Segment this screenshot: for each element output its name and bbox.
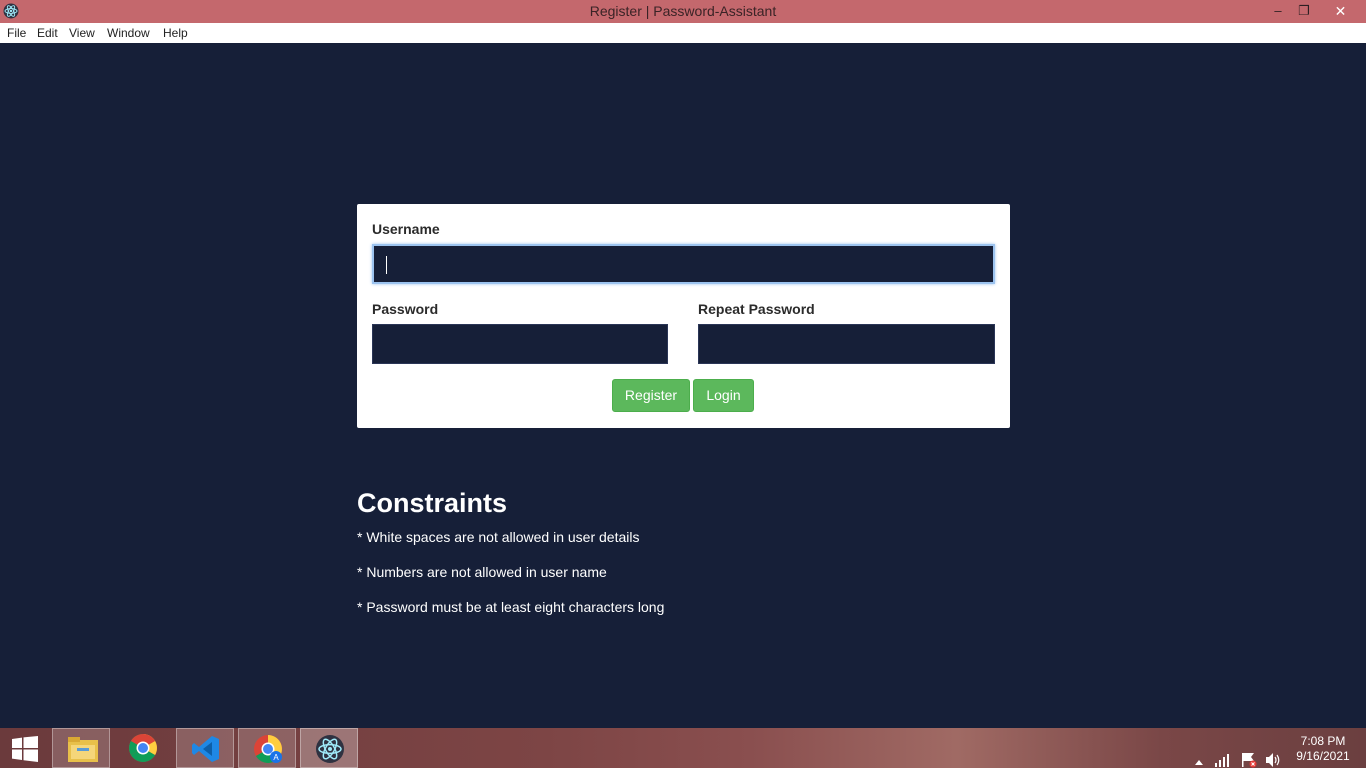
- restore-button[interactable]: ❐: [1291, 0, 1317, 23]
- constraint-item: * Password must be at least eight charac…: [357, 599, 665, 615]
- start-button[interactable]: [0, 728, 50, 768]
- taskbar-chrome[interactable]: [114, 728, 172, 768]
- constraints-heading: Constraints: [357, 488, 508, 518]
- text-caret: [386, 256, 387, 274]
- taskbar: A 7:08 PM 9/16/2021: [0, 728, 1366, 768]
- username-input[interactable]: [372, 244, 995, 284]
- menu-edit[interactable]: Edit: [37, 26, 58, 40]
- title-bar: Register | Password-Assistant – ❐ ✕: [0, 0, 1366, 23]
- register-button[interactable]: Register: [612, 379, 690, 412]
- repeat-password-label: Repeat Password: [698, 301, 815, 317]
- register-form: Username Password Repeat Password Regist…: [357, 204, 1010, 428]
- username-label: Username: [372, 221, 440, 237]
- file-explorer-icon: [68, 737, 98, 762]
- clock-date: 9/16/2021: [1296, 749, 1350, 763]
- network-icon[interactable]: [1214, 740, 1232, 768]
- password-label: Password: [372, 301, 439, 317]
- menu-bar: File Edit View Window Help: [0, 23, 1366, 43]
- menu-file[interactable]: File: [7, 26, 26, 40]
- menu-window[interactable]: Window: [107, 26, 150, 40]
- clock-time: 7:08 PM: [1300, 734, 1346, 748]
- login-button[interactable]: Login: [693, 379, 754, 412]
- taskbar-chrome-profile[interactable]: A: [238, 728, 296, 768]
- taskbar-electron[interactable]: [300, 728, 358, 768]
- constraint-item: * White spaces are not allowed in user d…: [357, 529, 640, 545]
- taskbar-vscode[interactable]: [176, 728, 234, 768]
- menu-view[interactable]: View: [69, 26, 95, 40]
- action-center-flag-icon[interactable]: [1240, 740, 1258, 768]
- password-input[interactable]: [372, 324, 668, 364]
- svg-text:A: A: [273, 753, 279, 762]
- chrome-profile-icon: A: [254, 735, 282, 763]
- volume-icon[interactable]: [1264, 740, 1282, 768]
- start-icon: [12, 736, 38, 762]
- repeat-password-input[interactable]: [698, 324, 995, 364]
- vscode-icon: [192, 736, 219, 762]
- show-hidden-icons-icon[interactable]: [1194, 743, 1204, 768]
- chrome-icon: [129, 734, 157, 762]
- window-title: Register | Password-Assistant: [589, 3, 777, 19]
- electron-icon: [316, 735, 344, 763]
- minimize-button[interactable]: –: [1265, 0, 1291, 23]
- constraint-item: * Numbers are not allowed in user name: [357, 564, 607, 580]
- taskbar-file-explorer[interactable]: [52, 728, 110, 768]
- close-button[interactable]: ✕: [1327, 0, 1354, 23]
- system-clock[interactable]: 7:08 PM 9/16/2021: [1290, 734, 1356, 764]
- menu-help[interactable]: Help: [163, 26, 188, 40]
